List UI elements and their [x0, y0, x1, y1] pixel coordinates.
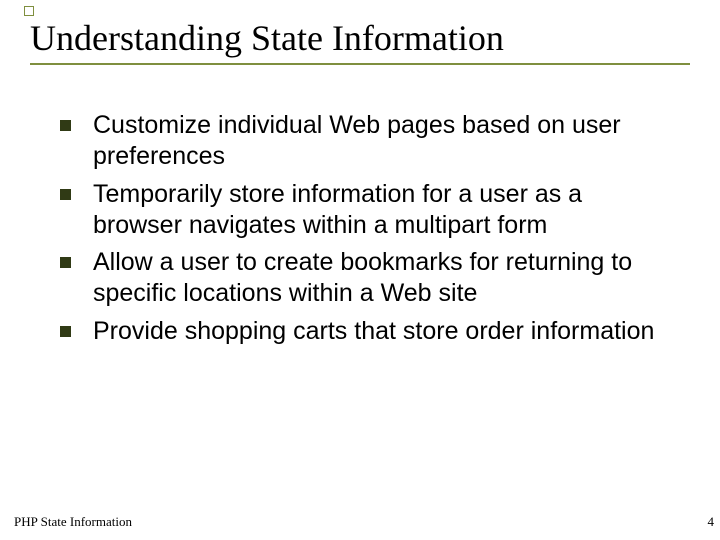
square-bullet-icon — [60, 120, 71, 131]
accent-square — [24, 6, 34, 16]
square-bullet-icon — [60, 326, 71, 337]
list-item: Provide shopping carts that store order … — [60, 316, 670, 347]
list-item: Customize individual Web pages based on … — [60, 110, 670, 173]
square-bullet-icon — [60, 257, 71, 268]
list-item-text: Temporarily store information for a user… — [93, 179, 670, 242]
title-block: Understanding State Information — [30, 18, 690, 65]
footer-text: PHP State Information — [14, 514, 132, 530]
list-item-text: Provide shopping carts that store order … — [93, 316, 670, 347]
square-bullet-icon — [60, 189, 71, 200]
list-item-text: Customize individual Web pages based on … — [93, 110, 670, 173]
bullet-list: Customize individual Web pages based on … — [60, 110, 670, 353]
title-underline — [30, 63, 690, 65]
slide: Understanding State Information Customiz… — [0, 0, 720, 540]
page-number: 4 — [708, 514, 715, 530]
slide-title: Understanding State Information — [30, 18, 690, 59]
list-item: Allow a user to create bookmarks for ret… — [60, 247, 670, 310]
list-item-text: Allow a user to create bookmarks for ret… — [93, 247, 670, 310]
list-item: Temporarily store information for a user… — [60, 179, 670, 242]
